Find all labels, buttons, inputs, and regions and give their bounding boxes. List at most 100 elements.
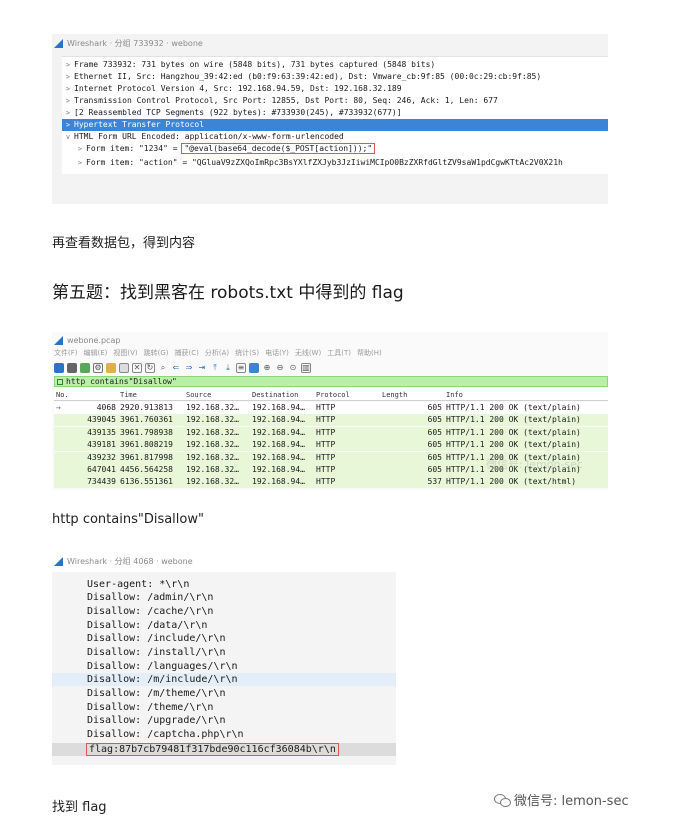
tree-row-form-item-1234[interactable]: > Form item: "1234" = "@eval(base64_decod…: [62, 143, 608, 155]
robots-line[interactable]: Disallow: /theme/\r\n: [52, 701, 396, 714]
first-packet-icon[interactable]: ⤒: [210, 363, 220, 373]
robots-line[interactable]: Disallow: /cache/\r\n: [52, 605, 396, 618]
column-header-length[interactable]: Length: [382, 389, 407, 401]
last-packet-icon[interactable]: ⤓: [223, 363, 233, 373]
cell-len: 605: [427, 452, 442, 462]
cell-src: 192.168.32…: [186, 465, 239, 474]
expand-arrow-icon[interactable]: >: [62, 71, 74, 83]
cell-dst: 192.168.94…: [252, 452, 305, 462]
menu-help[interactable]: 帮助(H): [357, 348, 382, 360]
reload-icon[interactable]: ↻: [145, 363, 155, 373]
bookmark-icon[interactable]: [57, 379, 63, 385]
robots-txt-window: Wireshark · 分组 4068 · webone User-agent:…: [52, 550, 396, 765]
display-filter-input[interactable]: http contains"Disallow": [54, 376, 608, 387]
caption-2: http contains"Disallow": [52, 512, 204, 527]
cell-time: 6136.551361: [120, 477, 173, 487]
restart-capture-icon[interactable]: [80, 363, 90, 373]
cell-proto: HTTP: [316, 403, 336, 412]
find-packet-icon[interactable]: ⌕: [158, 363, 168, 373]
autoscroll-icon[interactable]: ≡: [236, 363, 246, 373]
zoom-out-icon[interactable]: ⊖: [275, 363, 285, 373]
tree-row-frame[interactable]: > Frame 733932: 731 bytes on wire (5848 b…: [62, 59, 608, 71]
start-capture-icon[interactable]: [54, 363, 64, 373]
save-file-icon[interactable]: [119, 363, 129, 373]
menu-edit[interactable]: 编辑(E): [84, 348, 108, 360]
packet-row[interactable]: 439181 3961.808219 192.168.32… 192.168.94… H…: [54, 439, 608, 452]
caption-1: 再查看数据包，得到内容: [52, 236, 196, 251]
expand-arrow-icon[interactable]: >: [74, 157, 86, 169]
zoom-in-icon[interactable]: ⊕: [262, 363, 272, 373]
menu-tools[interactable]: 工具(T): [327, 348, 351, 360]
cell-info: HTTP/1.1 200 OK (text/html): [446, 477, 577, 487]
colorize-icon[interactable]: [249, 363, 259, 373]
packet-row[interactable]: 439045 3961.760361 192.168.32… 192.168.94… H…: [54, 414, 608, 427]
cell-dst: 192.168.94…: [252, 427, 305, 437]
cell-info: HTTP/1.1 200 OK (text/plain): [446, 427, 581, 437]
menu-go[interactable]: 跳转(G): [144, 348, 169, 360]
cell-time: 3961.798938: [120, 427, 173, 437]
tree-row-form-item-action[interactable]: > Form item: "action" = "QGluaV9zZXQoImRp…: [62, 157, 608, 169]
column-header-source[interactable]: Source: [186, 389, 211, 401]
cell-dst: 192.168.94…: [252, 465, 305, 474]
menu-analyze[interactable]: 分析(A): [205, 348, 229, 360]
robots-line[interactable]: User-agent: *\r\n: [52, 578, 396, 591]
cell-proto: HTTP: [316, 477, 336, 487]
robots-line[interactable]: Disallow: /data/\r\n: [52, 619, 396, 632]
cell-len: 605: [427, 415, 442, 425]
tree-row-tcp[interactable]: > Transmission Control Protocol, Src Port…: [62, 95, 608, 107]
close-file-icon[interactable]: ✕: [132, 363, 142, 373]
column-header-destination[interactable]: Destination: [252, 389, 298, 401]
robots-line[interactable]: Disallow: /languages/\r\n: [52, 660, 396, 673]
cell-proto: HTTP: [316, 415, 336, 425]
tree-row-reassembled[interactable]: > [2 Reassembled TCP Segments (922 bytes)…: [62, 107, 608, 119]
robots-line[interactable]: Disallow: /upgrade/\r\n: [52, 714, 396, 727]
menu-capture[interactable]: 捕获(C): [175, 348, 199, 360]
stop-capture-icon[interactable]: [67, 363, 77, 373]
resize-columns-icon[interactable]: ▥: [301, 363, 311, 373]
robots-line[interactable]: Disallow: /captcha.php\r\n: [52, 728, 396, 741]
expand-arrow-icon[interactable]: >: [62, 107, 74, 119]
cell-info: HTTP/1.1 200 OK (text/plain): [446, 403, 581, 412]
cell-proto: HTTP: [316, 465, 336, 474]
go-to-packet-icon[interactable]: ⇥: [197, 363, 207, 373]
packet-row[interactable]: 734439 6136.551361 192.168.32… 192.168.94… H…: [54, 476, 608, 489]
main-toolbar: ⚙ ✕ ↻ ⌕ ⇐ ⇒ ⇥ ⤒ ⤓ ≡ ⊕ ⊖ ⊙ ▥: [54, 361, 311, 375]
cell-no: 734439: [87, 477, 116, 487]
menu-telephony[interactable]: 电话(Y): [265, 348, 289, 360]
expand-arrow-icon[interactable]: >: [62, 95, 74, 107]
robots-line[interactable]: Disallow: /include/\r\n: [52, 632, 396, 645]
wireshark-fin-icon: [54, 38, 63, 48]
cell-time: 3961.808219: [120, 440, 173, 450]
open-file-icon[interactable]: [106, 363, 116, 373]
menu-file[interactable]: 文件(F): [54, 348, 78, 360]
go-back-icon[interactable]: ⇐: [171, 363, 181, 373]
robots-line[interactable]: Disallow: /m/theme/\r\n: [52, 687, 396, 700]
zoom-reset-icon[interactable]: ⊙: [288, 363, 298, 373]
go-forward-icon[interactable]: ⇒: [184, 363, 194, 373]
tree-row-http[interactable]: > Hypertext Transfer Protocol: [62, 119, 608, 131]
robots-line[interactable]: Disallow: /admin/\r\n: [52, 591, 396, 604]
expand-arrow-icon[interactable]: >: [62, 83, 74, 95]
collapse-arrow-icon[interactable]: v: [62, 131, 74, 143]
tree-row-ethernet[interactable]: > Ethernet II, Src: Hangzhou_39:42:ed (b0…: [62, 71, 608, 83]
packet-row[interactable]: 439135 3961.798938 192.168.32… 192.168.94… H…: [54, 426, 608, 439]
menu-wireless[interactable]: 无线(W): [295, 348, 321, 360]
expand-arrow-icon[interactable]: >: [62, 119, 74, 131]
menu-view[interactable]: 视图(V): [113, 348, 137, 360]
tree-row-ipv4[interactable]: > Internet Protocol Version 4, Src: 192.1…: [62, 83, 608, 95]
tree-row-form-urlencoded[interactable]: v HTML Form URL Encoded: application/x-ww…: [62, 131, 608, 143]
cell-len: 537: [427, 477, 442, 487]
robots-line-highlighted[interactable]: Disallow: /m/include/\r\n: [52, 673, 396, 686]
menu-statistics[interactable]: 统计(S): [235, 348, 259, 360]
packet-row[interactable]: → 4068 2920.913813 192.168.32… 192.168.94… HT…: [54, 402, 608, 414]
capture-options-icon[interactable]: ⚙: [93, 363, 103, 373]
column-header-time[interactable]: Time: [120, 389, 137, 401]
column-header-no[interactable]: No.: [56, 389, 69, 401]
column-header-protocol[interactable]: Protocol: [316, 389, 350, 401]
column-header-info[interactable]: Info: [446, 389, 463, 401]
robots-line[interactable]: Disallow: /install/\r\n: [52, 646, 396, 659]
cell-src: 192.168.32…: [186, 440, 239, 450]
flag-line[interactable]: flag:87b7cb79481f317bde90c116cf36084b\r\…: [52, 743, 396, 756]
expand-arrow-icon[interactable]: >: [74, 143, 86, 155]
expand-arrow-icon[interactable]: >: [62, 59, 74, 71]
